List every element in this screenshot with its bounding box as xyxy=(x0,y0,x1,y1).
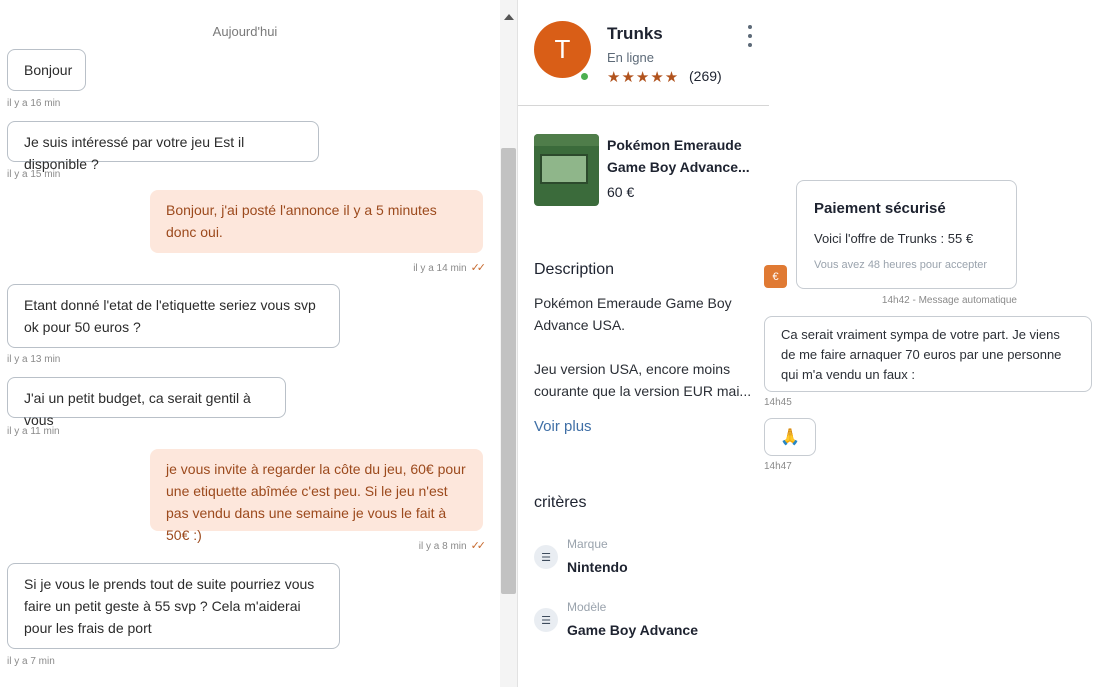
conversation-sidebar: T Trunks En ligne ★★★★★ (269) Pokémon Em… xyxy=(518,0,769,687)
criteria-value-brand: Nintendo xyxy=(567,559,628,575)
chat-thread: Aujourd'hui Bonjour il y a 16 min Je sui… xyxy=(0,0,500,687)
message-incoming: Si je vous le prends tout de suite pourr… xyxy=(7,563,340,649)
secure-payment-shield-icon: € xyxy=(764,265,787,288)
more-options-icon[interactable] xyxy=(745,25,755,51)
rating-count[interactable]: (269) xyxy=(689,68,722,84)
offer-text: Voici l'offre de Trunks : 55 € xyxy=(814,231,974,246)
divider xyxy=(518,105,769,106)
cartridge-label xyxy=(540,154,588,184)
criteria-value-model: Game Boy Advance xyxy=(567,622,698,638)
message-time-label: il y a 14 min xyxy=(413,263,467,274)
message-outgoing: Bonjour, j'ai posté l'annonce il y a 5 m… xyxy=(150,190,483,253)
seller-avatar[interactable]: T xyxy=(534,21,591,78)
offer-title: Paiement sécurisé xyxy=(814,200,946,217)
message-incoming: J'ai un petit budget, ca serait gentil à… xyxy=(7,377,286,428)
description-text: Pokémon Emeraude Game Boy Advance USA. J… xyxy=(534,295,752,399)
scroll-thumb[interactable] xyxy=(501,148,516,594)
message-time: il y a 15 min xyxy=(7,169,61,180)
praying-hands-icon: 🙏 xyxy=(764,418,816,456)
message-incoming: Ca serait vraiment sympa de votre part. … xyxy=(764,316,1092,392)
criteria-label-model: Modèle xyxy=(567,600,607,614)
seller-name[interactable]: Trunks xyxy=(607,24,663,44)
list-icon: ☰ xyxy=(534,608,558,632)
message-time: il y a 14 min ✓✓ xyxy=(150,261,487,274)
see-more-link[interactable]: Voir plus xyxy=(534,418,592,435)
day-separator: Aujourd'hui xyxy=(212,24,278,39)
seller-status: En ligne xyxy=(607,50,654,65)
message-time-label: il y a 8 min xyxy=(418,541,467,552)
product-price: 60 € xyxy=(607,184,635,200)
message-incoming: Je suis intéressé par votre jeu Est il d… xyxy=(7,121,319,172)
message-time: il y a 8 min ✓✓ xyxy=(150,539,487,552)
chat-scrollbar[interactable] xyxy=(500,0,518,687)
scroll-up-icon[interactable] xyxy=(504,14,514,20)
message-time: il y a 16 min xyxy=(7,98,61,109)
online-indicator xyxy=(579,71,590,82)
message-time: il y a 13 min xyxy=(7,354,61,365)
criteria-heading: critères xyxy=(534,494,587,511)
criteria-label-brand: Marque xyxy=(567,537,608,551)
product-image[interactable] xyxy=(534,134,599,206)
message-incoming: Bonjour xyxy=(7,49,86,91)
cartridge-strip xyxy=(534,134,599,146)
message-incoming: Etant donné l'etat de l'etiquette seriez… xyxy=(7,284,340,348)
read-check-icon: ✓✓ xyxy=(470,262,487,274)
description-heading: Description xyxy=(534,261,615,278)
message-time: 14h45 xyxy=(764,397,792,408)
offer-deadline-note: Vous avez 48 heures pour accepter xyxy=(814,259,988,271)
secure-payment-offer-card[interactable]: Paiement sécurisé Voici l'offre de Trunk… xyxy=(796,180,1017,289)
message-time: 14h47 xyxy=(764,461,792,472)
message-time: il y a 7 min xyxy=(7,656,55,667)
rating-stars-icon: ★★★★★ xyxy=(607,69,680,86)
list-icon: ☰ xyxy=(534,545,558,569)
message-time: il y a 11 min xyxy=(7,426,60,437)
product-title[interactable]: Pokémon Emeraude Game Boy Advance... xyxy=(607,134,759,178)
message-outgoing: je vous invite à regarder la côte du jeu… xyxy=(150,449,483,543)
read-check-icon: ✓✓ xyxy=(470,540,487,552)
offer-time: 14h42 - Message automatique xyxy=(881,295,1017,306)
